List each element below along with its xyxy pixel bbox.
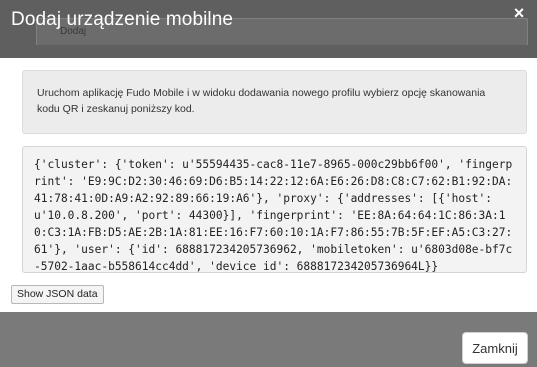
show-json-button[interactable]: Show JSON data (11, 285, 104, 304)
close-button[interactable]: Zamknij (462, 332, 528, 364)
close-icon[interactable]: × (510, 4, 528, 22)
dialog-body: Uruchom aplikację Fudo Mobile i w widoku… (0, 58, 537, 312)
add-mobile-device-dialog: Dodaj Dodaj urządzenie mobilne × Uruchom… (0, 0, 537, 367)
qr-code-data: {'cluster': {'token': u'55594435-cac8-11… (22, 146, 527, 273)
dialog-header: Dodaj Dodaj urządzenie mobilne × (0, 0, 537, 58)
dialog-title: Dodaj urządzenie mobilne (11, 9, 234, 30)
dialog-footer: Zamknij (0, 312, 537, 367)
instructions-panel: Uruchom aplikację Fudo Mobile i w widoku… (22, 70, 527, 134)
